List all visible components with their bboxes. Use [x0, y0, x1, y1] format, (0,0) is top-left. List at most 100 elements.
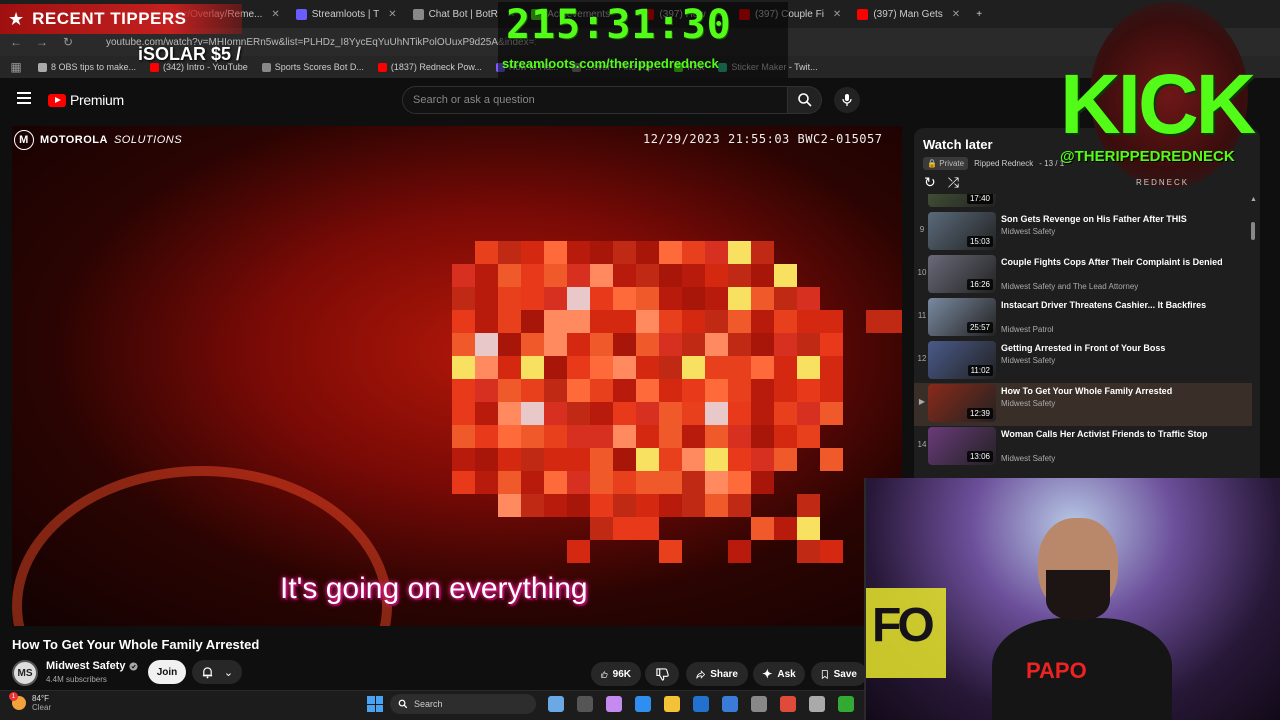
playlist-video-title[interactable]: Instacart Driver Threatens Cashier... It… — [1001, 299, 1231, 311]
video-player[interactable] — [12, 126, 902, 626]
playlist-video-title[interactable]: How To Get Your Whole Family Arrested — [1001, 385, 1231, 397]
censor-block — [475, 471, 498, 494]
forward-icon[interactable]: → — [34, 35, 50, 49]
playlist-item[interactable]: 12 11:02 Getting Arrested in Front of Your… — [914, 340, 1252, 383]
taskbar-app-icon[interactable] — [838, 696, 854, 712]
playlist-video-title[interactable]: Son Gets Revenge on His Father After THI… — [1001, 213, 1231, 225]
taskbar-app-icon[interactable] — [780, 696, 796, 712]
notification-bell-button[interactable]: ⌄ — [192, 660, 242, 684]
playlist-scrollbar[interactable]: ▲ — [1250, 196, 1257, 466]
save-playlist-icon — [821, 669, 828, 679]
playlist-video-title[interactable]: Couple Fights Cops After Their Complaint… — [1001, 256, 1231, 268]
video-duration: 11:02 — [967, 365, 993, 376]
censor-block — [475, 402, 498, 425]
censor-block — [682, 379, 705, 402]
bookmark-item[interactable]: Sports Scores Bot D... — [261, 62, 364, 72]
scrollbar-thumb[interactable] — [1251, 222, 1255, 240]
censor-block — [659, 494, 682, 517]
dislike-button[interactable] — [645, 662, 679, 686]
bookmark-item[interactable]: (1837) Redneck Pow... — [377, 62, 482, 72]
censor-block — [567, 287, 590, 310]
reload-icon[interactable]: ↻ — [60, 35, 76, 49]
censor-block — [521, 264, 544, 287]
censor-block — [636, 241, 659, 264]
playlist-item[interactable]: 10 16:26 Couple Fights Cops After Their Co… — [914, 254, 1252, 297]
censor-block — [774, 448, 797, 471]
censor-block — [613, 310, 636, 333]
voice-search-button[interactable] — [834, 87, 860, 113]
censor-block — [544, 333, 567, 356]
video-thumbnail[interactable]: 16:26 — [928, 255, 996, 293]
taskbar-app-icon[interactable] — [693, 696, 709, 712]
censor-block — [728, 241, 751, 264]
thumbs-up-icon — [601, 670, 608, 678]
playlist-owner[interactable]: Ripped Redneck — [974, 159, 1033, 168]
ask-button[interactable]: ✦ Ask — [753, 662, 805, 686]
shuffle-icon[interactable]: ⤮ — [948, 174, 959, 191]
channel-avatar[interactable]: MS — [12, 660, 38, 686]
save-button[interactable]: Save — [811, 662, 867, 686]
bookmark-item[interactable]: 8 OBS tips to make... — [38, 62, 136, 72]
new-tab-icon[interactable]: + — [968, 0, 990, 28]
taskbar-search[interactable]: Search — [390, 694, 536, 714]
playlist-video-title[interactable]: Woman Calls Her Activist Friends to Traf… — [1001, 428, 1231, 440]
video-thumbnail[interactable]: 15:03 — [928, 212, 996, 250]
video-thumbnail[interactable]: 12:39 — [928, 384, 996, 422]
playlist-item[interactable]: ▶ 12:39 How To Get Your Whole Family Arres… — [914, 383, 1252, 426]
loop-icon[interactable]: ↻ — [924, 174, 936, 191]
taskbar-app-icon[interactable] — [809, 696, 825, 712]
brand-primary: MOTOROLA — [40, 134, 108, 146]
playlist-video-channel: Midwest Safety and The Lead Attorney — [1001, 282, 1139, 291]
playlist-item[interactable]: 14 13:06 Woman Calls Her Activist Friends … — [914, 426, 1252, 469]
apps-grid-icon[interactable]: ▦ — [8, 60, 24, 74]
playlist-item[interactable]: 9 15:03 Son Gets Revenge on His Father Aft… — [914, 211, 1252, 254]
browser-tab[interactable]: Streamloots | T ✕ — [288, 0, 405, 28]
video-thumbnail[interactable]: 17:40 — [928, 194, 996, 207]
close-tab-icon[interactable]: ✕ — [833, 9, 841, 20]
playlist-title[interactable]: Watch later — [923, 137, 993, 152]
channel-name[interactable]: Midwest Safety — [46, 660, 139, 672]
censor-block — [636, 379, 659, 402]
taskbar-app-icon[interactable] — [577, 696, 593, 712]
censor-block — [728, 356, 751, 379]
windows-start-icon[interactable] — [367, 696, 383, 712]
taskbar-app-icon[interactable] — [635, 696, 651, 712]
censor-block — [705, 356, 728, 379]
close-tab-icon[interactable]: ✕ — [388, 9, 396, 20]
taskbar-app-icon[interactable] — [664, 696, 680, 712]
share-button[interactable]: Share — [686, 662, 748, 686]
taskbar-app-icon[interactable] — [722, 696, 738, 712]
close-tab-icon[interactable]: ✕ — [271, 9, 279, 20]
censor-block — [613, 379, 636, 402]
like-button[interactable]: 96K — [591, 662, 641, 686]
hamburger-menu-icon[interactable] — [17, 92, 31, 104]
censor-block — [636, 287, 659, 310]
weather-widget[interactable]: 84°F Clear — [9, 692, 51, 712]
taskbar-app-icon[interactable] — [548, 696, 564, 712]
playlist-item[interactable]: 11 25:57 Instacart Driver Threatens Cashie… — [914, 297, 1252, 340]
taskbar-search-label: Search — [414, 699, 443, 709]
censor-block — [820, 448, 843, 471]
censor-block — [866, 310, 889, 333]
close-tab-icon[interactable]: ✕ — [952, 9, 960, 20]
censor-block — [452, 333, 475, 356]
video-thumbnail[interactable]: 13:06 — [928, 427, 996, 465]
playlist-video-title[interactable]: Getting Arrested in Front of Your Boss — [1001, 342, 1231, 354]
youtube-logo[interactable]: Premium — [48, 92, 124, 108]
video-duration: 15:03 — [966, 236, 993, 247]
scroll-up-icon[interactable]: ▲ — [1250, 196, 1257, 203]
playlist-item[interactable]: 17:40Midwest Safety — [914, 194, 1252, 211]
search-button[interactable] — [788, 86, 822, 114]
back-icon[interactable]: ← — [8, 35, 24, 49]
taskbar-app-icon[interactable] — [751, 696, 767, 712]
video-thumbnail[interactable]: 25:57 — [928, 298, 996, 336]
browser-tab[interactable]: (397) Man Gets ✕ — [849, 0, 968, 28]
censor-block — [751, 402, 774, 425]
censor-block — [544, 287, 567, 310]
censor-block — [452, 471, 475, 494]
join-button[interactable]: Join — [148, 660, 186, 684]
video-thumbnail[interactable]: 11:02 — [928, 341, 996, 379]
censor-block — [797, 402, 820, 425]
taskbar-app-icon[interactable] — [606, 696, 622, 712]
search-input[interactable]: Search or ask a question — [402, 86, 788, 114]
